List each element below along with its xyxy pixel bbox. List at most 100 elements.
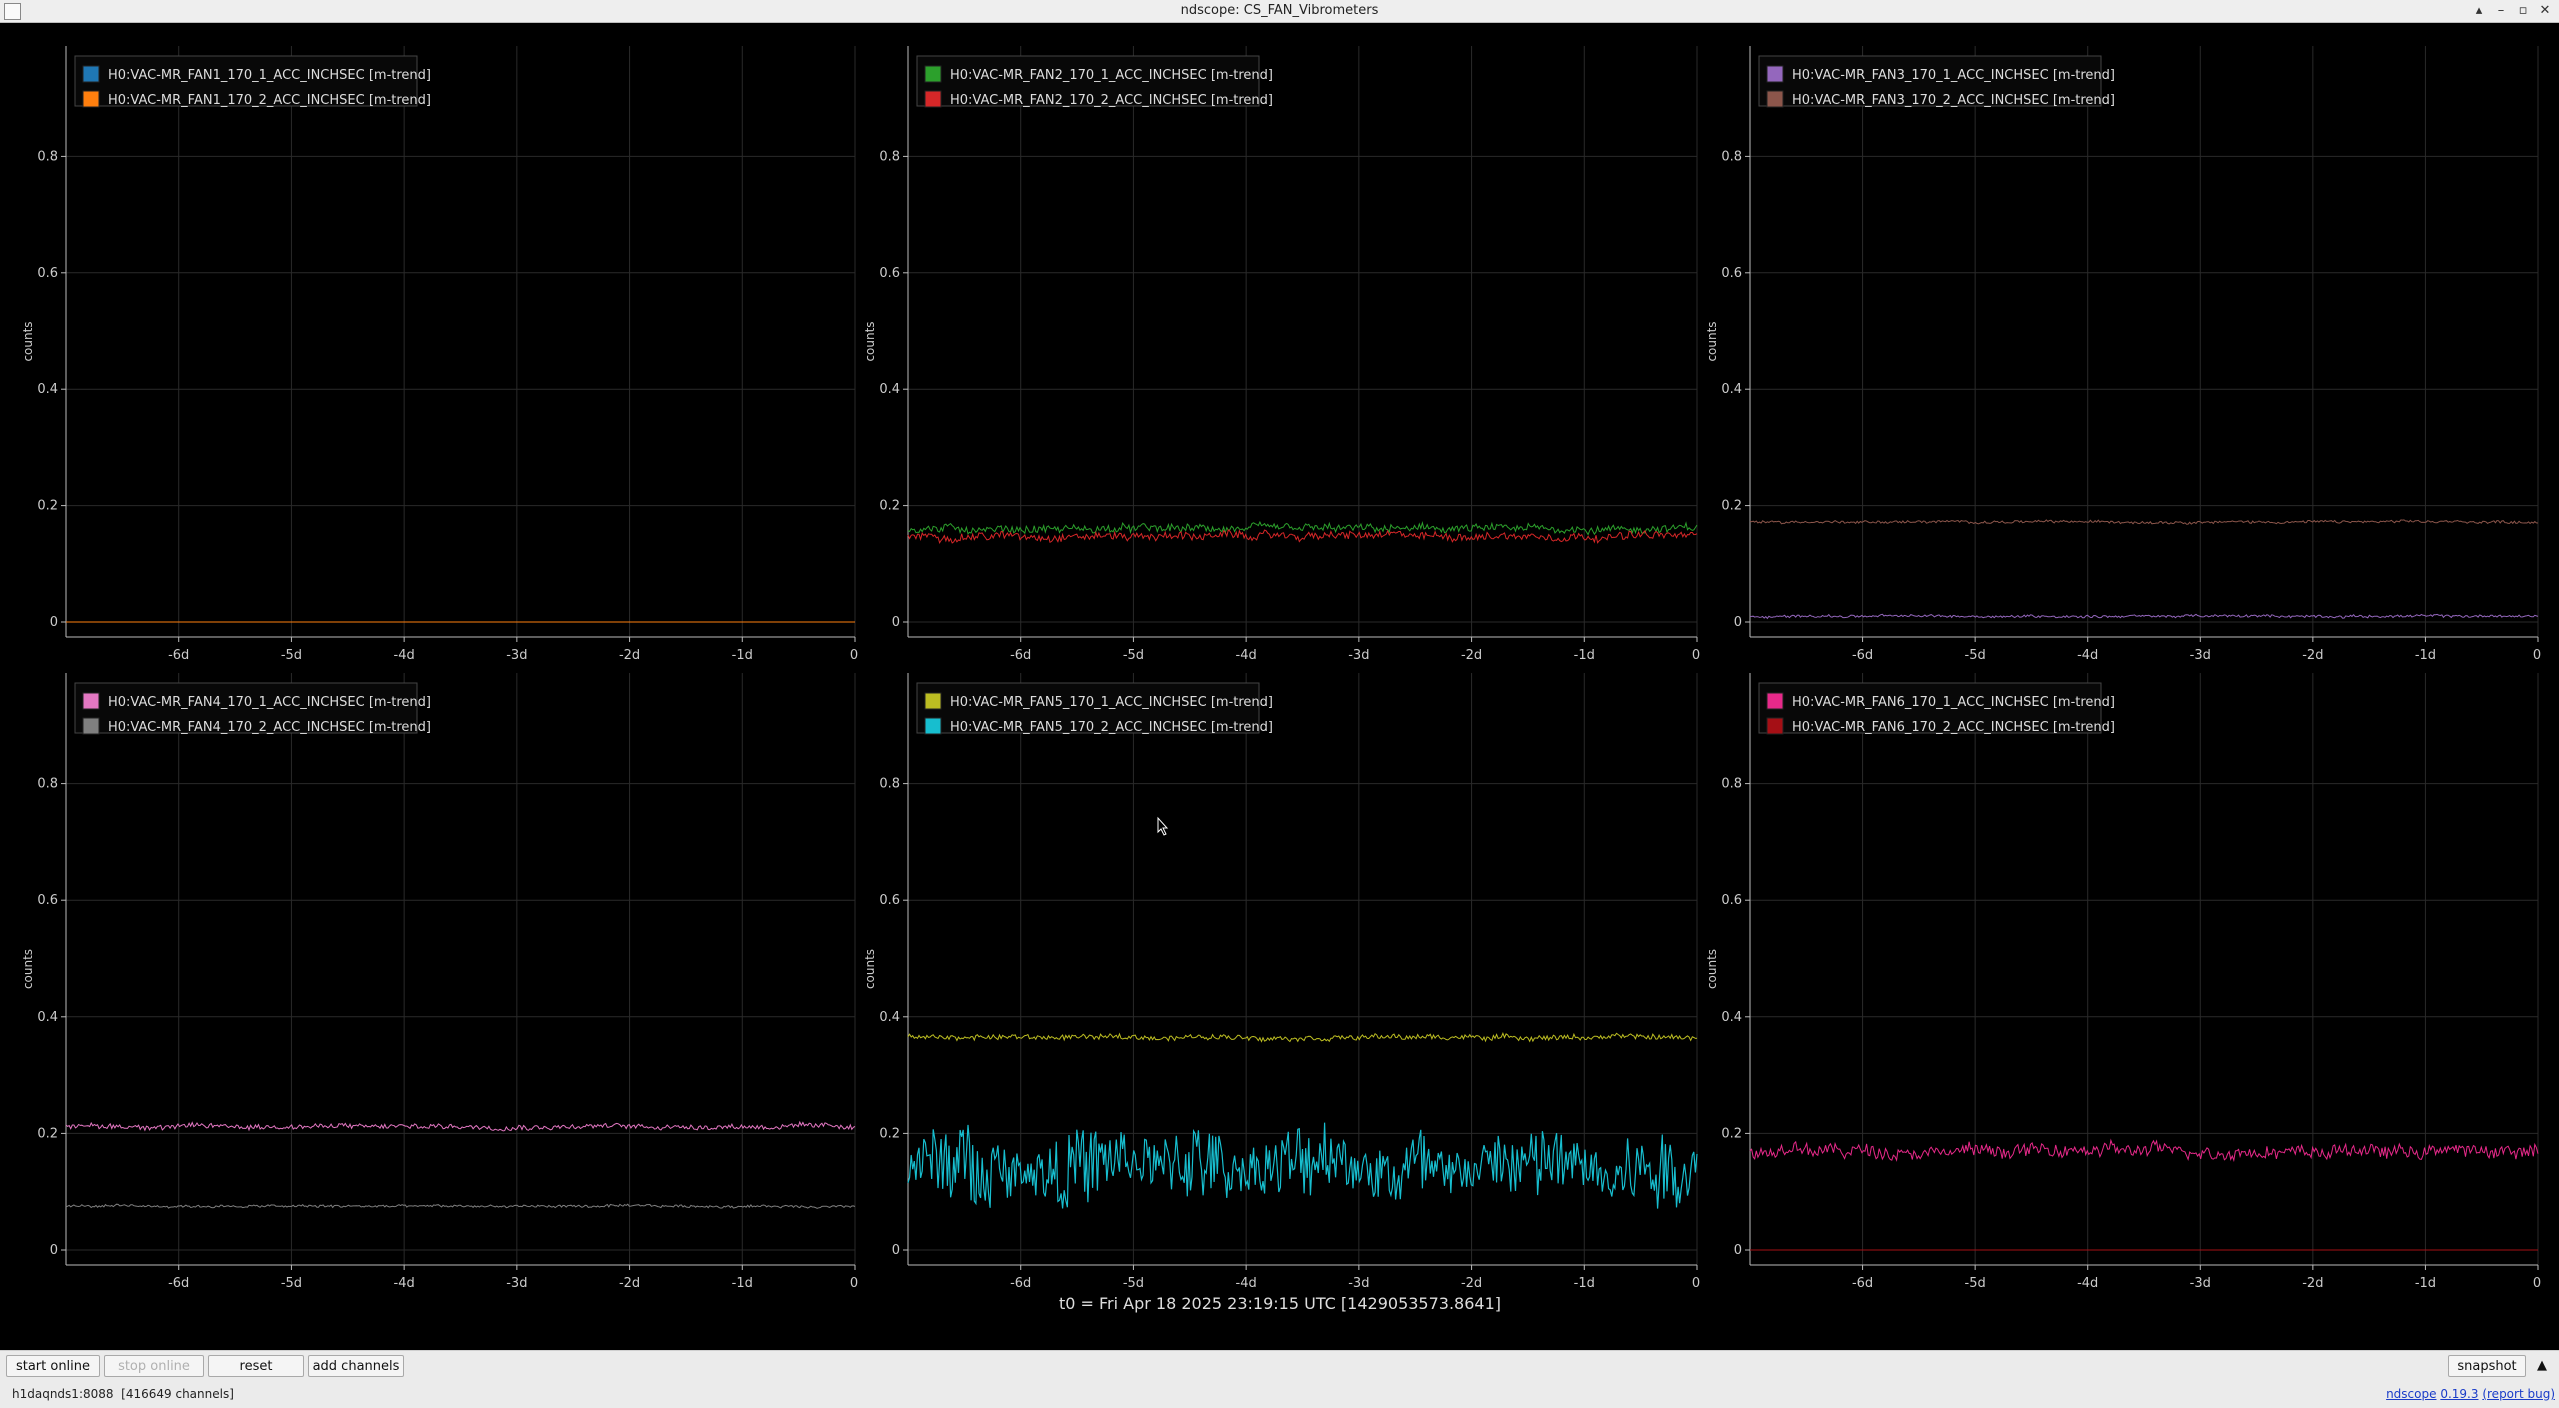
legend: H0:VAC-MR_FAN4_170_1_ACC_INCHSEC [m-tren… — [74, 682, 431, 735]
plot-3[interactable]: -6d -5d -4d -3d -2d -1d 0 0 0.2 0.4 0.6 0.8 counts H0… — [1705, 46, 2541, 663]
legend-swatch — [1766, 90, 1784, 108]
legend-entry[interactable]: H0:VAC-MR_FAN3_170_2_ACC_INCHSEC [m-tren… — [1792, 93, 2115, 108]
y-tick-label: 0.8 — [37, 777, 58, 792]
bottom-toolbar: start online stop online reset add chann… — [0, 1350, 2559, 1381]
y-tick-label: 0.4 — [879, 382, 900, 397]
x-tick-label: -6d — [1852, 648, 1873, 663]
plot-1[interactable]: -6d -5d -4d -3d -2d -1d 0 0 0.2 0.4 0.6 0.8 counts H0… — [21, 46, 858, 663]
x-tick-label: -6d — [1010, 1276, 1031, 1291]
y-axis-label: counts — [863, 321, 877, 361]
x-tick-label: -1d — [732, 1276, 753, 1291]
y-tick-label: 0.6 — [879, 893, 900, 908]
start-online-button[interactable]: start online — [6, 1355, 100, 1377]
x-tick-label: -1d — [1574, 648, 1595, 663]
legend-entry[interactable]: H0:VAC-MR_FAN5_170_1_ACC_INCHSEC [m-tren… — [950, 695, 1273, 710]
x-tick-label: -3d — [506, 1276, 527, 1291]
plot-6[interactable]: -6d -5d -4d -3d -2d -1d 0 0 0.2 0.4 0.6 0.8 counts H0… — [1705, 673, 2541, 1291]
version-link[interactable]: 0.19.3 — [2440, 1387, 2478, 1401]
plot-2[interactable]: -6d -5d -4d -3d -2d -1d 0 0 0.2 0.4 0.6 0.8 counts H0… — [863, 46, 1700, 663]
y-tick-label: 0.2 — [1721, 499, 1742, 514]
y-tick-label: 0.4 — [1721, 1010, 1742, 1025]
legend: H0:VAC-MR_FAN5_170_1_ACC_INCHSEC [m-tren… — [916, 682, 1273, 735]
x-tick-label: -1d — [732, 648, 753, 663]
legend-entry[interactable]: H0:VAC-MR_FAN2_170_2_ACC_INCHSEC [m-tren… — [950, 93, 1273, 108]
minimize-window-icon[interactable]: – — [2492, 0, 2510, 22]
y-axis-label: counts — [863, 949, 877, 989]
x-tick-label: -6d — [1010, 648, 1031, 663]
series-line-1 — [907, 1031, 1698, 1043]
x-tick-label: -2d — [619, 1276, 640, 1291]
x-tick-label: -1d — [2415, 648, 2436, 663]
y-tick-label: 0.2 — [879, 499, 900, 514]
x-tick-label: 0 — [850, 1276, 858, 1291]
y-tick-label: 0 — [1734, 615, 1742, 630]
legend-swatch — [82, 717, 100, 735]
x-tick-label: 0 — [850, 648, 858, 663]
x-tick-label: -5d — [1965, 648, 1986, 663]
legend-entry[interactable]: H0:VAC-MR_FAN6_170_1_ACC_INCHSEC [m-tren… — [1792, 695, 2115, 710]
series-line-2 — [1749, 519, 2539, 525]
y-tick-label: 0.6 — [1721, 893, 1742, 908]
legend-entry[interactable]: H0:VAC-MR_FAN1_170_2_ACC_INCHSEC [m-tren… — [108, 93, 431, 108]
legend-entry[interactable]: H0:VAC-MR_FAN1_170_1_ACC_INCHSEC [m-tren… — [108, 68, 431, 83]
x-tick-label: -6d — [1852, 1276, 1873, 1291]
plot-grid[interactable]: -6d -5d -4d -3d -2d -1d 0 0 0.2 0.4 0.6 0.8 counts H0… — [0, 22, 2559, 1318]
legend-entry[interactable]: H0:VAC-MR_FAN5_170_2_ACC_INCHSEC [m-tren… — [950, 720, 1273, 735]
x-tick-label: -5d — [1123, 1276, 1144, 1291]
y-tick-label: 0 — [50, 615, 58, 630]
legend-entry[interactable]: H0:VAC-MR_FAN4_170_1_ACC_INCHSEC [m-tren… — [108, 695, 431, 710]
legend-swatch — [1766, 65, 1784, 83]
series-line-1 — [1749, 1138, 2539, 1163]
x-tick-label: -6d — [168, 648, 189, 663]
x-tick-label: -4d — [394, 1276, 415, 1291]
x-tick-label: 0 — [2533, 1276, 2541, 1291]
x-tick-label: -5d — [1965, 1276, 1986, 1291]
x-tick-label: -4d — [2077, 1276, 2098, 1291]
x-tick-label: -5d — [281, 648, 302, 663]
x-tick-label: -4d — [1236, 648, 1257, 663]
y-tick-label: 0 — [892, 615, 900, 630]
y-axis-label: counts — [1705, 949, 1719, 989]
window-titlebar: ndscope: CS_FAN_Vibrometers ▴ – ▫ ✕ — [0, 0, 2559, 23]
mouse-cursor-icon — [1157, 816, 1169, 836]
legend-entry[interactable]: H0:VAC-MR_FAN2_170_1_ACC_INCHSEC [m-tren… — [950, 68, 1273, 83]
y-tick-label: 0.6 — [879, 266, 900, 281]
legend-entry[interactable]: H0:VAC-MR_FAN6_170_2_ACC_INCHSEC [m-tren… — [1792, 720, 2115, 735]
report-bug-link[interactable]: (report bug) — [2482, 1387, 2555, 1401]
plot-4[interactable]: -6d -5d -4d -3d -2d -1d 0 0 0.2 0.4 0.6 0.8 counts H0… — [21, 673, 858, 1291]
x-tick-label: -5d — [281, 1276, 302, 1291]
nds-server: h1daqnds1:8088 — [12, 1387, 114, 1401]
maximize-window-icon[interactable]: ▫ — [2514, 0, 2532, 22]
legend-swatch — [924, 90, 942, 108]
series-line-2 — [907, 529, 1698, 545]
reset-button[interactable]: reset — [208, 1355, 304, 1377]
legend-entry[interactable]: H0:VAC-MR_FAN3_170_1_ACC_INCHSEC [m-tren… — [1792, 68, 2115, 83]
t0-label: t0 = Fri Apr 18 2025 23:19:15 UTC [14290… — [1059, 1294, 1501, 1313]
channel-count: [416649 channels] — [121, 1387, 234, 1401]
add-channels-button[interactable]: add channels — [308, 1355, 404, 1377]
close-window-icon[interactable]: ✕ — [2536, 0, 2554, 22]
snapshot-button[interactable]: snapshot — [2448, 1355, 2526, 1377]
x-tick-label: -4d — [394, 648, 415, 663]
y-tick-label: 0.6 — [1721, 266, 1742, 281]
x-tick-label: 0 — [1692, 1276, 1700, 1291]
x-tick-label: -1d — [1574, 1276, 1595, 1291]
y-tick-label: 0.8 — [37, 149, 58, 164]
plot-5[interactable]: -6d -5d -4d -3d -2d -1d 0 0 0.2 0.4 0.6 0.8 counts H0… — [863, 673, 1700, 1291]
x-tick-label: -3d — [1348, 1276, 1369, 1291]
y-tick-label: 0.8 — [879, 149, 900, 164]
y-tick-label: 0.4 — [1721, 382, 1742, 397]
y-tick-label: 0.4 — [879, 1010, 900, 1025]
y-tick-label: 0.4 — [37, 382, 58, 397]
x-tick-label: -2d — [1461, 648, 1482, 663]
y-tick-label: 0.2 — [37, 499, 58, 514]
shade-window-icon[interactable]: ▴ — [2470, 0, 2488, 22]
y-tick-label: 0 — [50, 1243, 58, 1258]
expand-panel-icon[interactable]: ▲ — [2530, 1355, 2554, 1377]
ndscope-link[interactable]: ndscope — [2386, 1387, 2436, 1401]
x-tick-label: 0 — [2533, 648, 2541, 663]
y-tick-label: 0.8 — [1721, 777, 1742, 792]
legend-entry[interactable]: H0:VAC-MR_FAN4_170_2_ACC_INCHSEC [m-tren… — [108, 720, 431, 735]
x-tick-label: -4d — [1236, 1276, 1257, 1291]
x-tick-label: -4d — [2077, 648, 2098, 663]
